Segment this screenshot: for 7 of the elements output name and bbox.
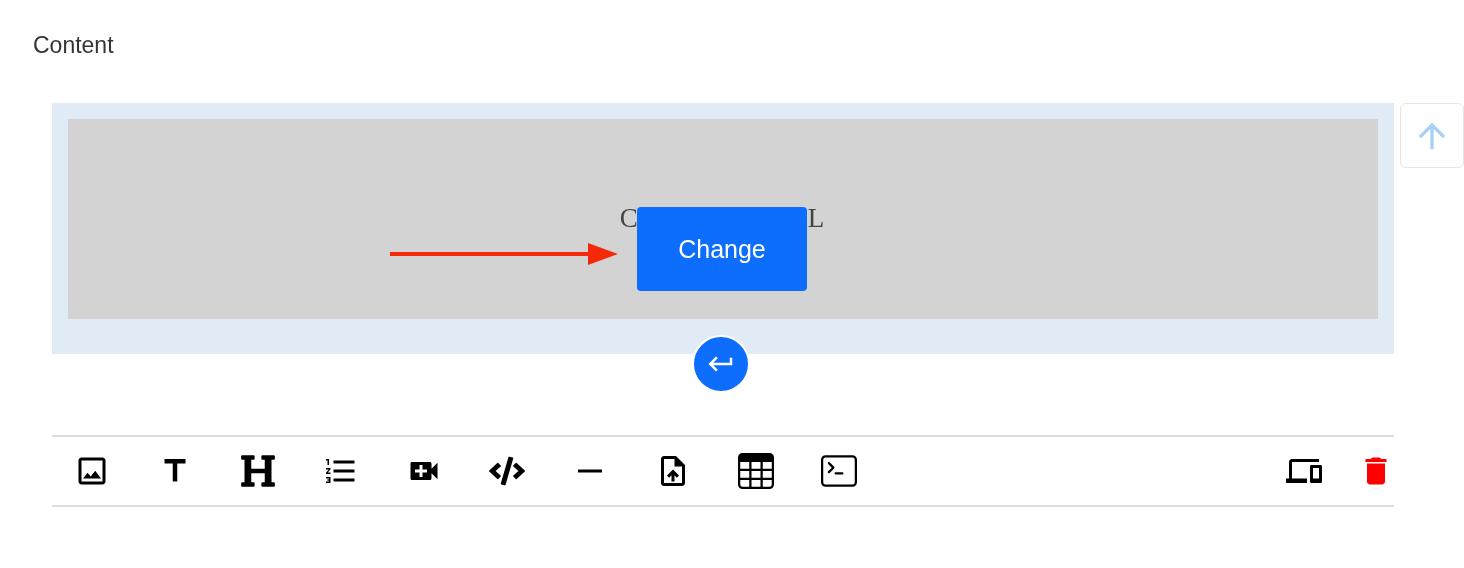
section-title: Content [32,31,115,60]
placeholder-text: L [807,203,827,234]
table-icon[interactable] [738,453,774,489]
placeholder-text: C [619,203,640,234]
heading-icon[interactable] [240,453,276,489]
terminal-icon[interactable] [821,453,857,489]
change-button[interactable]: Change [637,207,807,291]
